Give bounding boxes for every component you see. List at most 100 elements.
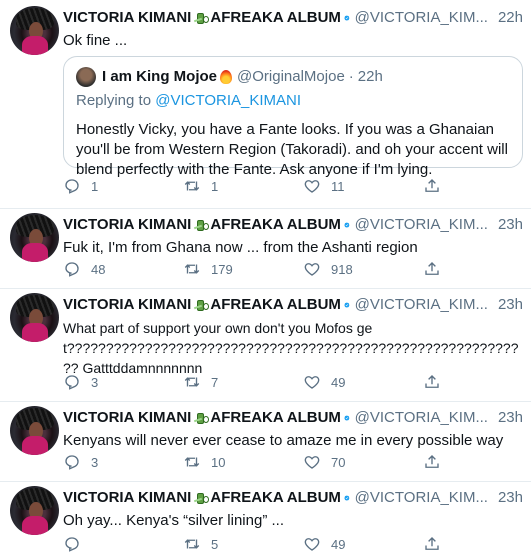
reply-button[interactable]: 48 [63,260,183,278]
author-handle[interactable]: @VICTORIA_KIM... [355,408,488,428]
avatar[interactable] [10,486,59,535]
tweet-actions: 3 7 49 [63,372,473,392]
like-button[interactable]: 49 [303,535,423,553]
quote-header: I am King Mojoe @OriginalMojoe · 22h [76,67,510,87]
share-button[interactable] [423,453,463,471]
tweet-text: Ok fine ... [63,32,128,49]
share-icon [425,179,439,192]
avatar[interactable] [10,406,59,455]
tweet-2[interactable]: VICTORIA KIMANI AFREAKA ALBUM @VICTORIA_… [0,209,531,289]
reply-icon [65,262,79,277]
heart-icon [304,180,320,193]
author-handle[interactable]: @VICTORIA_KIM... [355,295,488,315]
tweet-3[interactable]: VICTORIA KIMANI AFREAKA ALBUM @VICTORIA_… [0,289,531,402]
tweet-time[interactable]: 23h [498,488,523,508]
quote-author-handle: @OriginalMojoe [237,68,345,85]
like-button[interactable]: 70 [303,453,423,471]
tweet-1[interactable]: VICTORIA KIMANI AFREAKA ALBUM @VICTORIA_… [0,0,531,209]
reply-count: 1 [91,178,99,194]
retweet-icon [184,377,200,387]
author-name[interactable]: VICTORIA KIMANI [63,215,191,235]
quote-time: 22h [357,68,383,85]
author-name[interactable]: VICTORIA KIMANI [63,8,191,28]
quote-avatar [76,67,96,87]
share-button[interactable] [423,535,463,553]
tweet-actions: 5 49 [63,534,473,554]
retweet-icon [184,539,200,549]
like-count: 49 [331,536,346,552]
heart-icon [304,376,320,389]
share-button[interactable] [423,177,463,195]
tweet-actions: 3 10 70 [63,452,473,472]
share-icon [425,262,439,275]
tweet-time[interactable]: 22h [498,8,523,28]
heart-icon [304,456,320,469]
author-album[interactable]: AFREAKA ALBUM [210,295,341,315]
heart-icon [304,538,320,551]
reply-button[interactable]: 1 [63,177,183,195]
share-button[interactable] [423,373,463,391]
retweet-count: 5 [211,536,219,552]
author-handle[interactable]: @VICTORIA_KIM... [355,215,488,235]
tweet-time[interactable]: 23h [498,295,523,315]
author-handle[interactable]: @VICTORIA_KIM... [355,8,488,28]
retweet-button[interactable]: 7 [183,373,303,391]
retweet-button[interactable]: 179 [183,260,303,278]
like-count: 11 [331,178,345,194]
author-name[interactable]: VICTORIA KIMANI [63,408,191,428]
like-button[interactable]: 11 [303,177,423,195]
avatar[interactable] [10,213,59,262]
retweet-icon [184,264,200,274]
tweet-header: VICTORIA KIMANI AFREAKA ALBUM @VICTORIA_… [63,8,523,28]
money-emoji-icon [197,219,210,231]
tweet-header: VICTORIA KIMANI AFREAKA ALBUM @VICTORIA_… [63,408,523,428]
quote-author-name: I am King Mojoe [102,68,218,85]
retweet-button[interactable]: 1 [183,177,303,195]
author-handle[interactable]: @VICTORIA_KIM... [355,488,488,508]
quoted-tweet[interactable]: I am King Mojoe @OriginalMojoe · 22h Rep… [63,56,523,178]
author-album[interactable]: AFREAKA ALBUM [210,8,341,28]
reply-button[interactable]: 3 [63,453,183,471]
reply-icon [65,179,79,194]
verified-badge-icon [344,302,350,308]
tweet-header: VICTORIA KIMANI AFREAKA ALBUM @VICTORIA_… [63,488,523,508]
retweet-count: 7 [211,374,219,390]
reply-icon [65,537,79,552]
tweet-5[interactable]: VICTORIA KIMANI AFREAKA ALBUM @VICTORIA_… [0,482,531,557]
like-button[interactable]: 49 [303,373,423,391]
tweet-time[interactable]: 23h [498,215,523,235]
reply-count: 3 [91,454,99,470]
retweet-button[interactable]: 5 [183,535,303,553]
author-name[interactable]: VICTORIA KIMANI [63,295,191,315]
author-name[interactable]: VICTORIA KIMANI [63,488,191,508]
avatar[interactable] [10,293,59,342]
verified-badge-icon [344,415,350,421]
tweet-actions: 1 1 11 [63,176,473,196]
like-button[interactable]: 918 [303,260,423,278]
replying-prefix: Replying to [76,92,152,109]
verified-badge-icon [344,15,350,21]
share-icon [425,537,439,550]
tweet-4[interactable]: VICTORIA KIMANI AFREAKA ALBUM @VICTORIA_… [0,402,531,482]
reply-button[interactable] [63,535,183,553]
reply-icon [65,375,79,390]
reply-button[interactable]: 3 [63,373,183,391]
avatar[interactable] [10,6,59,55]
tweet-actions: 48 179 918 [63,259,473,279]
verified-badge-icon [344,495,350,501]
share-icon [425,375,439,388]
quote-text: Honestly Vicky, you have a Fante looks. … [76,121,508,178]
retweet-count: 10 [211,454,226,470]
author-album[interactable]: AFREAKA ALBUM [210,488,341,508]
share-button[interactable] [423,260,463,278]
retweet-count: 1 [211,178,219,194]
separator-dot: · [348,68,354,85]
tweet-feed: VICTORIA KIMANI AFREAKA ALBUM @VICTORIA_… [0,0,531,557]
replying-handle-link[interactable]: @VICTORIA_KIMANI [155,92,301,109]
tweet-time[interactable]: 23h [498,408,523,428]
like-count: 918 [331,261,353,277]
author-album[interactable]: AFREAKA ALBUM [210,215,341,235]
retweet-button[interactable]: 10 [183,453,303,471]
author-album[interactable]: AFREAKA ALBUM [210,408,341,428]
retweet-icon [184,457,200,467]
